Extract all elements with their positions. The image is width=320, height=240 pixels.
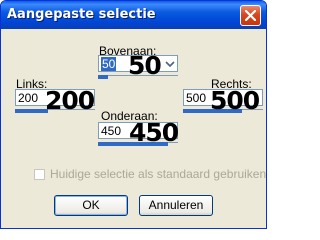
right-value: 500 bbox=[186, 91, 207, 105]
bottom-value: 450 bbox=[101, 124, 122, 138]
title-bar[interactable]: Aangepaste selectie bbox=[1, 1, 266, 29]
default-selection-label: Huidige selectie als standaard gebruiken bbox=[50, 167, 267, 181]
default-selection-checkbox[interactable] bbox=[34, 169, 45, 180]
left-overlay-number: 200 bbox=[45, 86, 95, 115]
close-button[interactable] bbox=[240, 5, 261, 26]
top-slider-fill bbox=[98, 75, 108, 79]
window-title: Aangepaste selectie bbox=[7, 7, 156, 22]
left-slider-fill bbox=[15, 109, 48, 113]
close-icon bbox=[245, 10, 256, 21]
bottom-overlay-number: 450 bbox=[129, 118, 179, 147]
spinner-arrow-icon[interactable] bbox=[164, 57, 176, 70]
top-value: 50 bbox=[101, 57, 117, 71]
ok-button[interactable]: OK bbox=[54, 195, 128, 216]
right-overlay-number: 500 bbox=[210, 86, 260, 115]
top-overlay-number: 50 bbox=[128, 51, 162, 80]
left-value: 200 bbox=[18, 91, 39, 105]
dialog-window: Aangepaste selectie Bovenaan: 50 50 Link… bbox=[0, 0, 267, 229]
cancel-button[interactable]: Annuleren bbox=[139, 195, 213, 216]
